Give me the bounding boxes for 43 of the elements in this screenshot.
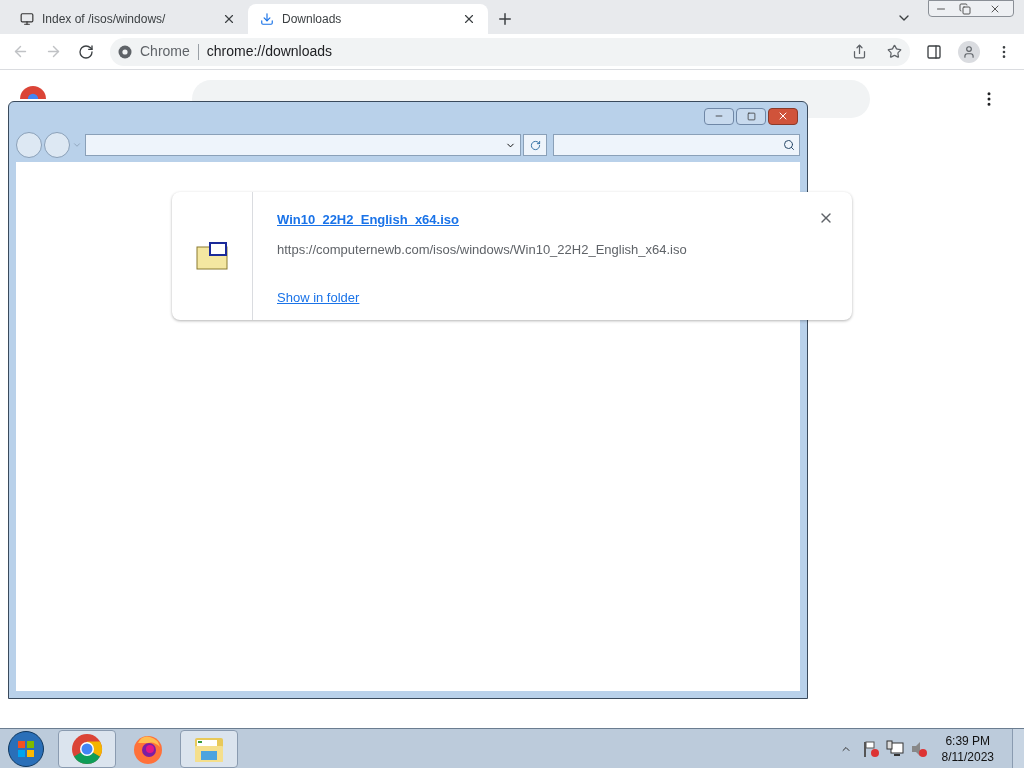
start-button[interactable]: [8, 730, 44, 767]
address-bar[interactable]: Chrome chrome://downloads: [110, 37, 910, 66]
bookmark-star-icon[interactable]: [887, 44, 902, 59]
show-in-folder-link[interactable]: Show in folder: [277, 288, 360, 308]
chrome-icon: [71, 732, 103, 765]
new-tab-icon[interactable]: [496, 10, 514, 28]
iso-file-icon: [195, 241, 229, 271]
browser-tab[interactable]: Downloads: [248, 4, 488, 34]
tab-title: Downloads: [282, 11, 343, 28]
network-icon[interactable]: [885, 739, 904, 758]
download-icon: [260, 12, 274, 26]
address-field[interactable]: [85, 134, 521, 156]
site-label: Chrome: [140, 42, 190, 61]
clock-time: 6:39 PM: [945, 732, 991, 749]
close-icon[interactable]: [989, 3, 1001, 15]
close-button[interactable]: [768, 107, 798, 125]
close-icon[interactable]: [222, 12, 236, 26]
action-center-icon[interactable]: [861, 739, 880, 758]
reload-icon[interactable]: [78, 43, 94, 60]
close-icon: [777, 110, 789, 122]
source-url: https://computernewb.com/isos/windows/Win10_22H2_English_x64.iso: [277, 240, 687, 259]
clock-date: 8/11/2023: [941, 748, 994, 765]
search-field[interactable]: [553, 134, 800, 156]
refresh-button[interactable]: [523, 134, 547, 156]
maximize-icon: [746, 111, 756, 121]
restore-icon[interactable]: [959, 3, 971, 15]
clock[interactable]: 6:39 PM 8/11/2023: [941, 732, 994, 765]
url-text: chrome://downloads: [206, 42, 333, 61]
computer-icon: [20, 12, 34, 26]
chrome-icon: [118, 44, 132, 59]
minimize-button[interactable]: [704, 107, 734, 125]
share-icon[interactable]: [852, 44, 867, 59]
side-panel-icon[interactable]: [926, 43, 942, 60]
close-icon[interactable]: [462, 12, 476, 26]
windows-logo-icon: [17, 739, 35, 758]
file-name-link[interactable]: Win10_22H2_English_x64.iso: [277, 210, 459, 230]
profile-avatar[interactable]: [958, 40, 980, 63]
search-icon: [783, 139, 795, 151]
tab-title: Index of /isos/windows/: [42, 11, 167, 28]
refresh-icon: [529, 139, 541, 151]
taskbar-button[interactable]: [180, 729, 238, 768]
show-desktop-button[interactable]: [1012, 728, 1024, 768]
taskbar-button[interactable]: [58, 729, 116, 768]
